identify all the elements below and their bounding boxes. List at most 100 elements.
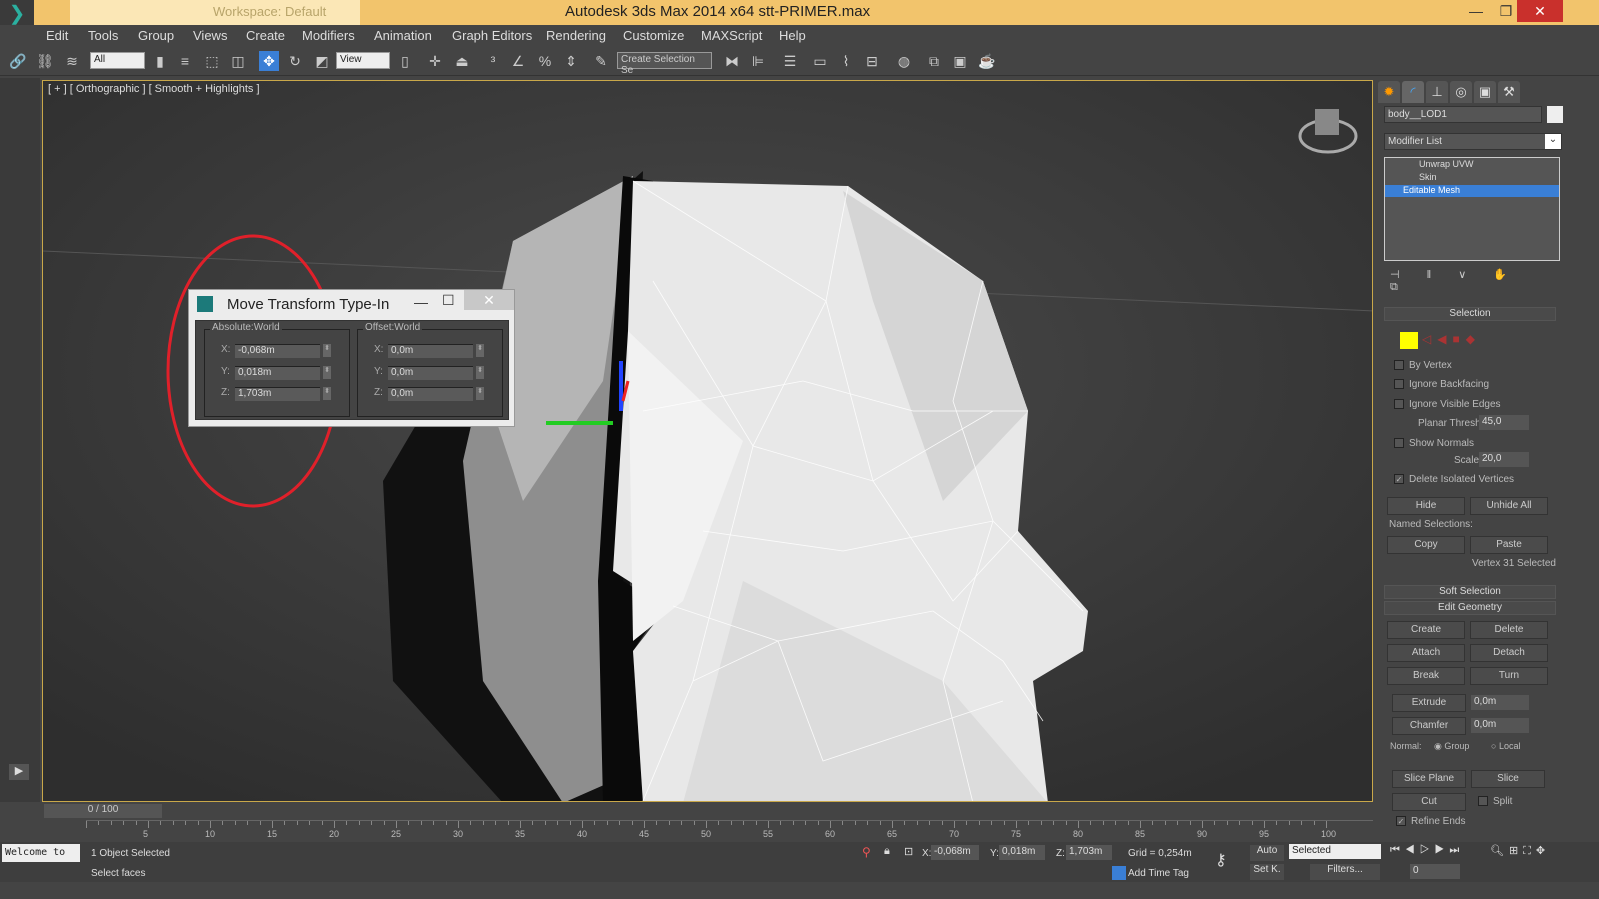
y-coord-field[interactable]: 0,018m: [999, 845, 1045, 860]
menu-rendering[interactable]: Rendering: [546, 28, 606, 43]
z-coord-field[interactable]: 1,703m: [1066, 845, 1112, 860]
utilities-tab-icon[interactable]: ⚒: [1498, 81, 1520, 103]
select-by-name-icon[interactable]: ≡: [175, 51, 195, 71]
split-checkbox[interactable]: Split: [1478, 796, 1512, 807]
create-tab-icon[interactable]: ✹: [1378, 81, 1400, 103]
close-button[interactable]: ✕: [1517, 0, 1563, 22]
stack-tools[interactable]: ⊣ ‖ ∨ ✋ ⧉: [1390, 268, 1550, 294]
cut-button[interactable]: Cut: [1392, 793, 1466, 811]
soft-selection-rollout-header[interactable]: Soft Selection: [1384, 585, 1556, 599]
modifier-list-dropdown[interactable]: Modifier List ⌄: [1384, 133, 1562, 150]
create-button[interactable]: Create: [1387, 621, 1465, 639]
render-icon[interactable]: ☕: [977, 51, 997, 71]
spinner-snap-icon[interactable]: ⇕: [561, 51, 581, 71]
key-icon[interactable]: ⚷: [1215, 850, 1227, 870]
show-normals-checkbox[interactable]: Show Normals: [1394, 438, 1474, 449]
key-filter-dropdown[interactable]: Selected: [1289, 844, 1381, 859]
menu-views[interactable]: Views: [193, 28, 227, 43]
ribbon-icon[interactable]: ▭: [810, 51, 830, 71]
menu-modifiers[interactable]: Modifiers: [302, 28, 355, 43]
minimize-button[interactable]: —: [1460, 0, 1492, 22]
align-icon[interactable]: ⊫: [748, 51, 768, 71]
spinner[interactable]: ⬍: [476, 387, 484, 400]
refine-ends-checkbox[interactable]: ✓ Refine Ends: [1396, 816, 1465, 827]
layer-manager-icon[interactable]: ☰: [780, 51, 800, 71]
chamfer-field[interactable]: 0,0m: [1471, 718, 1529, 733]
menu-customize[interactable]: Customize: [623, 28, 684, 43]
modify-tab-icon[interactable]: ◜: [1402, 81, 1424, 103]
vertex-mode-icon[interactable]: [1400, 332, 1418, 349]
close-icon[interactable]: ✕: [464, 290, 514, 310]
viewport-label[interactable]: [ + ] [ Orthographic ] [ Smooth + Highli…: [48, 83, 260, 95]
slice-plane-button[interactable]: Slice Plane: [1392, 770, 1466, 788]
time-slider[interactable]: 0 / 100: [44, 804, 162, 818]
absolute-mode-icon[interactable]: ⊡: [904, 845, 913, 858]
motion-tab-icon[interactable]: ◎: [1450, 81, 1472, 103]
abs-x-field[interactable]: -0,068m: [235, 344, 320, 358]
unhide-all-button[interactable]: Unhide All: [1470, 497, 1548, 515]
timeline[interactable]: 0 / 100 5 10 15 20 25 30 35 40 45 50 55 60 65 70 75 80 8…: [42, 802, 1373, 842]
spinner[interactable]: ⬍: [323, 366, 331, 379]
spinner[interactable]: ⬍: [476, 366, 484, 379]
auto-key-button[interactable]: Auto: [1250, 845, 1284, 861]
object-color-swatch[interactable]: [1547, 106, 1563, 123]
attach-button[interactable]: Attach: [1387, 644, 1465, 662]
key-filters-button[interactable]: Filters...: [1310, 864, 1380, 880]
stack-item-editable-mesh[interactable]: Editable Mesh: [1385, 185, 1559, 197]
chamfer-button[interactable]: Chamfer: [1392, 717, 1466, 735]
group-radio[interactable]: ◉ Group: [1434, 741, 1469, 752]
menu-group[interactable]: Group: [138, 28, 174, 43]
play-icon[interactable]: ▶: [9, 764, 29, 780]
offset-y-field[interactable]: 0,0m: [388, 366, 473, 380]
viewport[interactable]: [ + ] [ Orthographic ] [ Smooth + Highli…: [42, 80, 1373, 802]
delete-button[interactable]: Delete: [1470, 621, 1548, 639]
hide-button[interactable]: Hide: [1387, 497, 1465, 515]
selection-filter-dropdown[interactable]: All: [90, 52, 145, 69]
ignore-visible-edges-checkbox[interactable]: Ignore Visible Edges: [1394, 399, 1501, 410]
set-key-button[interactable]: Set K.: [1250, 864, 1284, 880]
abs-y-field[interactable]: 0,018m: [235, 366, 320, 380]
subobject-mode-icons[interactable]: ◁◀■◆: [1422, 332, 1481, 346]
material-editor-icon[interactable]: ◍: [894, 51, 914, 71]
keyboard-shortcut-icon[interactable]: ⏏: [452, 51, 472, 71]
menu-animation[interactable]: Animation: [374, 28, 432, 43]
render-setup-icon[interactable]: ⧉: [924, 51, 944, 71]
edit-geometry-rollout-header[interactable]: Edit Geometry: [1384, 601, 1556, 615]
spinner[interactable]: ⬍: [476, 344, 484, 357]
by-vertex-checkbox[interactable]: By Vertex: [1394, 360, 1452, 371]
time-tag-icon[interactable]: [1112, 866, 1126, 880]
move-icon[interactable]: ✥: [259, 51, 279, 71]
paste-button[interactable]: Paste: [1470, 536, 1548, 554]
extrude-field[interactable]: 0,0m: [1471, 695, 1529, 710]
percent-snap-icon[interactable]: %: [535, 51, 555, 71]
select-object-icon[interactable]: ▮: [150, 51, 170, 71]
spinner[interactable]: ⬍: [323, 344, 331, 357]
maximize-icon[interactable]: ☐: [442, 292, 455, 309]
menu-tools[interactable]: Tools: [88, 28, 118, 43]
detach-button[interactable]: Detach: [1470, 644, 1548, 662]
offset-x-field[interactable]: 0,0m: [388, 344, 473, 358]
rendered-frame-icon[interactable]: ▣: [950, 51, 970, 71]
bind-space-warp-icon[interactable]: ≋: [62, 51, 82, 71]
stack-item-unwrap[interactable]: Unwrap UVW: [1385, 159, 1559, 171]
menu-edit[interactable]: Edit: [46, 28, 68, 43]
isolate-icon[interactable]: ⚲: [862, 845, 871, 859]
spinner[interactable]: ⬍: [323, 387, 331, 400]
reference-coord-dropdown[interactable]: View: [336, 52, 390, 69]
delete-isolated-checkbox[interactable]: ✓ Delete Isolated Vertices: [1394, 474, 1514, 485]
pivot-center-icon[interactable]: ▯: [395, 51, 415, 71]
scale-field[interactable]: 20,0: [1479, 452, 1529, 467]
abs-z-field[interactable]: 1,703m: [235, 387, 320, 401]
playback-controls[interactable]: ⏮◀▷▶⏭: [1390, 844, 1464, 857]
viewport-nav-controls[interactable]: 🔍︎⊞⛶✥: [1490, 844, 1550, 858]
snaps-toggle-icon[interactable]: ³: [483, 51, 503, 71]
track-bar[interactable]: 5 10 15 20 25 30 35 40 45 50 55 60 65 70 75 80 85 90 95 100: [86, 820, 1373, 840]
window-crossing-icon[interactable]: ◫: [228, 51, 248, 71]
minimize-icon[interactable]: —: [414, 294, 428, 310]
offset-z-field[interactable]: 0,0m: [388, 387, 473, 401]
current-frame-field[interactable]: 0: [1410, 864, 1460, 879]
scale-icon[interactable]: ◩: [312, 51, 332, 71]
display-tab-icon[interactable]: ▣: [1474, 81, 1496, 103]
object-name-field[interactable]: body__LOD1: [1384, 106, 1542, 123]
extrude-button[interactable]: Extrude: [1392, 694, 1466, 712]
